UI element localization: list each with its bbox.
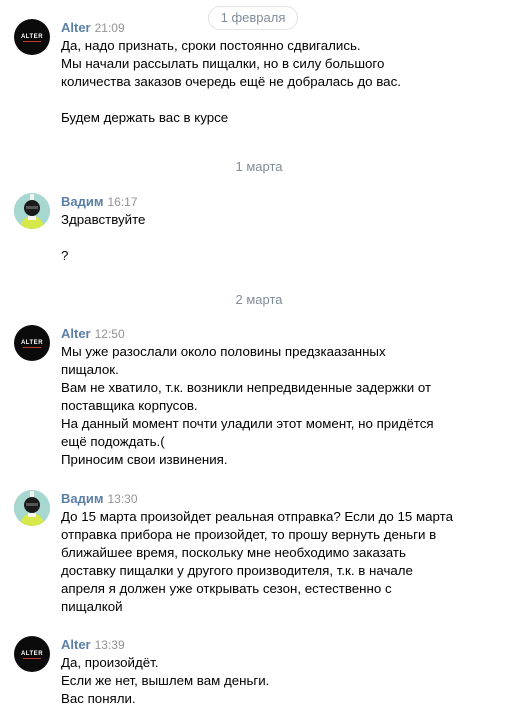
author-name[interactable]: Вадим — [61, 194, 103, 209]
message-text: Да, надо признать, сроки постоянно сдвиг… — [61, 38, 401, 125]
message-header: Alter 21:09 — [61, 19, 125, 37]
message-header: Вадим 13:30 — [61, 490, 138, 508]
message-time: 12:50 — [94, 327, 125, 341]
user-photo — [14, 193, 50, 229]
date-separator-pill: 1 февраля — [208, 6, 298, 30]
message-text: Да, произойдёт. Если же нет, вышлем вам … — [61, 655, 270, 706]
avatar[interactable]: ALTER — [14, 19, 50, 55]
logo-underline — [23, 658, 41, 659]
message-time: 21:09 — [94, 21, 125, 35]
date-separator: 2 марта — [235, 292, 283, 307]
author-name[interactable]: Вадим — [61, 491, 103, 506]
message-header: Вадим 16:17 — [61, 193, 138, 211]
alter-logo: ALTER — [20, 34, 44, 40]
author-name[interactable]: Alter — [61, 637, 91, 652]
message-time: 16:17 — [107, 195, 138, 209]
alter-logo: ALTER — [20, 340, 44, 346]
avatar[interactable]: ALTER — [14, 636, 50, 672]
message-text: Мы уже разослали около половины предзкаа… — [61, 344, 434, 467]
user-photo — [14, 490, 50, 526]
message-time: 13:30 — [107, 492, 138, 506]
logo-underline — [23, 347, 41, 348]
author-name[interactable]: Alter — [61, 326, 91, 341]
logo-underline — [23, 41, 41, 42]
message-time: 13:39 — [94, 638, 125, 652]
avatar[interactable]: ALTER — [14, 325, 50, 361]
message-header: Alter 12:50 — [61, 325, 125, 343]
avatar[interactable] — [14, 193, 50, 229]
message-header: Alter 13:39 — [61, 636, 125, 654]
date-separator: 1 марта — [235, 159, 283, 174]
author-name[interactable]: Alter — [61, 20, 91, 35]
message-text: До 15 марта произойдет реальная отправка… — [61, 509, 453, 614]
avatar[interactable] — [14, 490, 50, 526]
alter-logo: ALTER — [20, 651, 44, 657]
message-text: Здравствуйте ? — [61, 212, 146, 263]
